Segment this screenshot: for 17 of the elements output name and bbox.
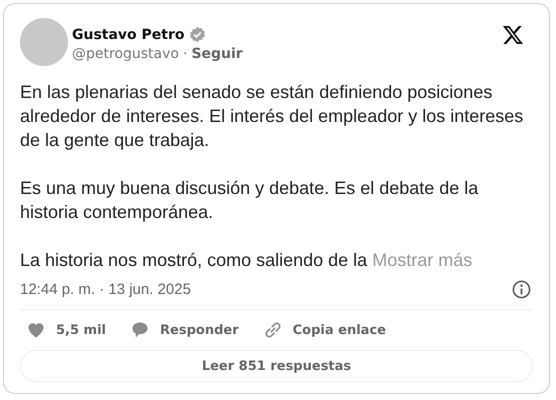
separator: ·: [182, 46, 188, 62]
tweet-text: En las plenarias del senado se están definiendo posiciones alrededor de intereses. El interés del empleador y los intereses de la gente que trabaja.: [20, 82, 524, 150]
verified-badge-icon: [188, 26, 206, 43]
tweet-text: La historia nos mostró, como saliendo de la: [20, 250, 368, 270]
tweet-text: Es una muy buena discusión y debate. Es el debate de la historia contemporánea.: [20, 178, 478, 222]
timestamp[interactable]: 12:44 p. m. · 13 jun. 2025: [20, 281, 191, 298]
x-logo-icon[interactable]: [501, 24, 525, 46]
info-icon[interactable]: [512, 280, 531, 299]
author-handle[interactable]: @petrogustavo: [72, 46, 179, 62]
link-icon: [262, 320, 283, 340]
copy-link-button[interactable]: Copia enlace: [262, 320, 386, 340]
reply-button[interactable]: Responder: [130, 320, 239, 340]
like-button[interactable]: 5,5 mil: [26, 320, 106, 340]
read-replies-button[interactable]: Leer 851 respuestas: [20, 350, 533, 382]
follow-link[interactable]: Seguir: [191, 46, 243, 62]
speech-bubble-icon: [130, 320, 150, 340]
author-name[interactable]: Gustavo Petro: [72, 26, 185, 42]
